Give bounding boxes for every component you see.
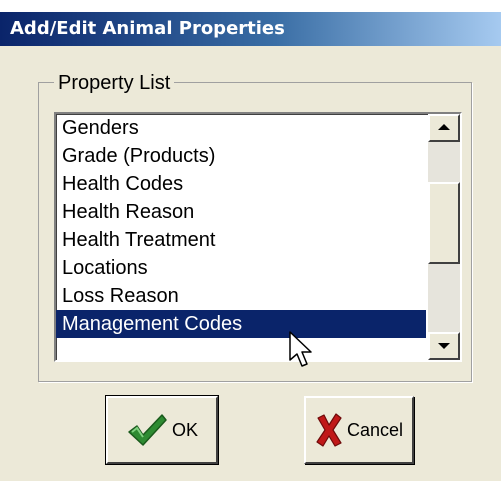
list-item[interactable]: Health Codes — [56, 170, 426, 198]
title-bar[interactable]: Add/Edit Animal Properties — [0, 12, 501, 46]
arrow-up-icon — [438, 124, 450, 130]
ok-button[interactable]: OK — [105, 395, 219, 465]
window-title: Add/Edit Animal Properties — [10, 18, 285, 39]
vertical-scrollbar[interactable] — [428, 114, 460, 360]
property-listbox[interactable]: Genders Grade (Products) Health Codes He… — [54, 112, 462, 362]
mouse-cursor-icon — [289, 331, 312, 367]
arrow-down-icon — [438, 343, 450, 349]
list-item-selected[interactable]: Management Codes — [56, 310, 426, 338]
group-label: Property List — [54, 72, 175, 94]
list-item[interactable]: Locations — [56, 254, 426, 282]
scroll-thumb[interactable] — [428, 182, 460, 264]
list-item[interactable]: Grade (Products) — [56, 142, 426, 170]
check-icon — [128, 414, 167, 446]
list-item[interactable]: Health Reason — [56, 198, 426, 226]
cancel-button[interactable]: Cancel — [304, 396, 414, 464]
scroll-up-button[interactable] — [428, 114, 460, 142]
cancel-button-label: Cancel — [346, 419, 404, 440]
list-item[interactable]: Loss Reason — [56, 282, 426, 310]
x-icon — [316, 413, 342, 447]
list-item[interactable]: Genders — [56, 114, 426, 142]
scroll-down-button[interactable] — [428, 332, 460, 360]
dialog-window: Add/Edit Animal Properties Property List… — [0, 12, 501, 481]
list-item[interactable]: Health Treatment — [56, 226, 426, 254]
ok-button-label: OK — [171, 419, 198, 440]
